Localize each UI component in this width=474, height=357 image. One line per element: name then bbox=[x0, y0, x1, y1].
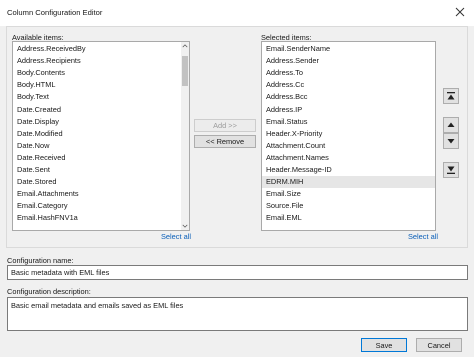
list-item[interactable]: Email.Attachments bbox=[17, 188, 79, 200]
close-icon[interactable] bbox=[448, 2, 472, 22]
list-item[interactable]: Address.Sender bbox=[266, 55, 319, 67]
remove-button[interactable]: << Remove bbox=[194, 135, 256, 148]
scroll-up-arrow-icon[interactable] bbox=[181, 42, 189, 50]
list-item[interactable]: Date.Received bbox=[17, 152, 65, 164]
list-item[interactable]: Address.ReceivedBy bbox=[17, 43, 86, 55]
add-button[interactable]: Add >> bbox=[194, 119, 256, 132]
list-item[interactable]: Header.X-Priority bbox=[266, 128, 322, 140]
configuration-description-label: Configuration description: bbox=[7, 287, 91, 296]
list-item[interactable]: Attachment.Names bbox=[266, 152, 329, 164]
window-title: Column Configuration Editor bbox=[7, 8, 103, 17]
list-item[interactable]: Email.SenderName bbox=[266, 43, 330, 55]
configuration-description-field[interactable]: Basic email metadata and emails saved as… bbox=[7, 297, 468, 331]
configuration-name-field[interactable]: Basic metadata with EML files bbox=[7, 265, 468, 280]
list-item[interactable]: Address.Recipients bbox=[17, 55, 81, 67]
list-item[interactable]: Header.Message-ID bbox=[266, 164, 332, 176]
list-item[interactable]: Email.Category bbox=[17, 200, 68, 212]
list-item[interactable]: Date.Modified bbox=[17, 128, 63, 140]
move-down-icon[interactable] bbox=[443, 133, 459, 149]
list-item[interactable]: Email.EML bbox=[266, 212, 302, 224]
list-item[interactable]: Date.Stored bbox=[17, 176, 56, 188]
list-item[interactable]: Address.Bcc bbox=[266, 91, 308, 103]
list-item[interactable]: Address.To bbox=[266, 67, 303, 79]
column-configuration-editor-window: Column Configuration Editor Available it… bbox=[0, 0, 474, 357]
available-list-scrollbar[interactable] bbox=[181, 42, 189, 230]
list-item[interactable]: Date.Now bbox=[17, 140, 49, 152]
scrollbar-thumb[interactable] bbox=[182, 56, 188, 86]
selected-items-list[interactable]: Email.SenderName Address.Sender Address.To… bbox=[261, 41, 436, 231]
move-up-icon[interactable] bbox=[443, 117, 459, 133]
list-item[interactable]: Email.Status bbox=[266, 116, 308, 128]
title-bar: Column Configuration Editor bbox=[0, 0, 474, 26]
save-button[interactable]: Save bbox=[361, 338, 407, 352]
list-item[interactable]: Date.Display bbox=[17, 116, 59, 128]
list-item[interactable]: Attachment.Count bbox=[266, 140, 325, 152]
list-item[interactable]: Body.Text bbox=[17, 91, 49, 103]
list-item[interactable]: Address.IP bbox=[266, 104, 302, 116]
list-item[interactable]: Source.File bbox=[266, 200, 303, 212]
scroll-down-arrow-icon[interactable] bbox=[181, 222, 189, 230]
list-item[interactable]: Date.Created bbox=[17, 104, 61, 116]
move-to-top-icon[interactable] bbox=[443, 88, 459, 104]
list-item[interactable]: EDRM.MIH bbox=[262, 176, 435, 189]
configuration-name-label: Configuration name: bbox=[7, 256, 74, 265]
list-item[interactable]: Body.HTML bbox=[17, 79, 55, 91]
available-items-list[interactable]: Address.ReceivedBy Address.Recipients Body… bbox=[12, 41, 190, 231]
list-item[interactable]: Date.Sent bbox=[17, 164, 50, 176]
selected-select-all-link[interactable]: Select all bbox=[408, 232, 438, 241]
list-item[interactable]: Address.Cc bbox=[266, 79, 304, 91]
list-item[interactable]: Email.HashFNV1a bbox=[17, 212, 78, 224]
list-item[interactable]: Email.Size bbox=[266, 188, 301, 200]
available-select-all-link[interactable]: Select all bbox=[161, 232, 191, 241]
cancel-button[interactable]: Cancel bbox=[416, 338, 462, 352]
list-item[interactable]: Body.Contents bbox=[17, 67, 65, 79]
move-to-bottom-icon[interactable] bbox=[443, 162, 459, 178]
